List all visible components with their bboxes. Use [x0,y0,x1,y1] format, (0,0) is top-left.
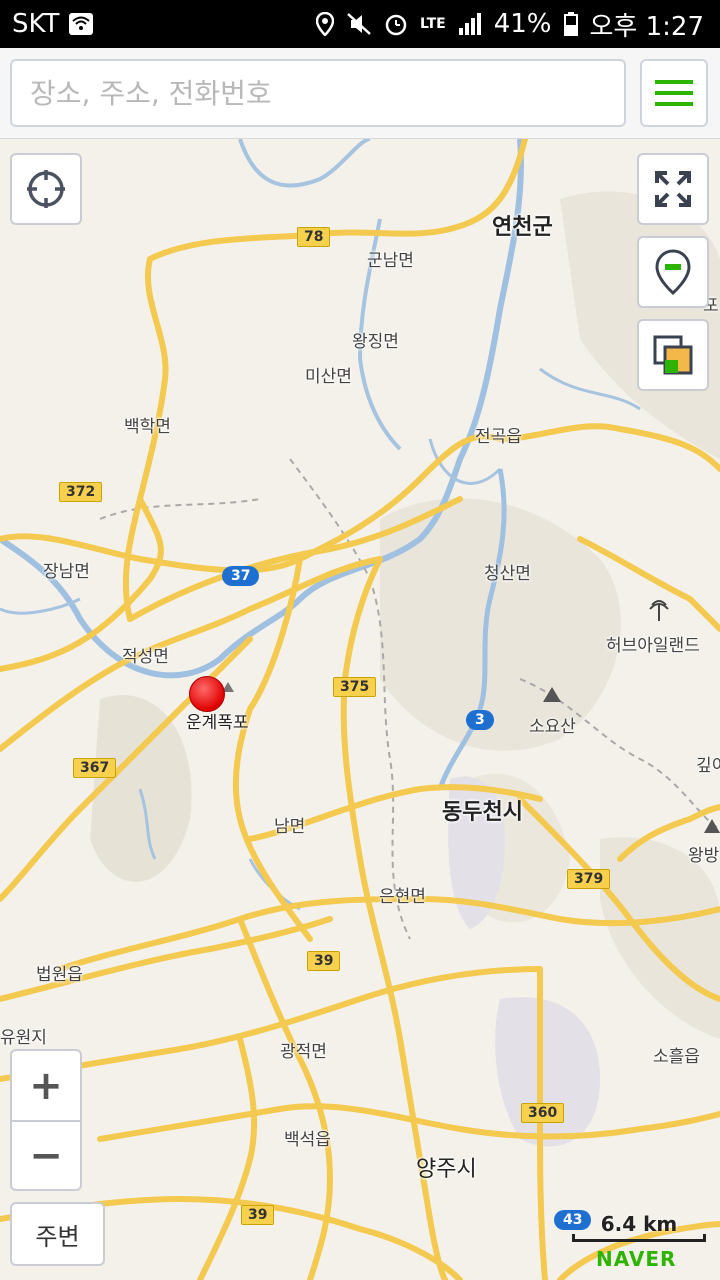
naver-logo: NAVER [596,1247,677,1271]
route-shield-39-lower: 39 [241,1205,275,1225]
hamburger-icon [655,80,693,106]
map-label-wangbang: 왕방 [688,846,720,866]
clock: 오후 1:27 [589,11,705,42]
mute-icon [346,12,372,36]
location-marker[interactable] [189,676,225,712]
map-label-yuwonji: 유원지 [0,1028,47,1048]
crosshair-icon [27,170,65,208]
layers-icon [653,335,693,375]
route-shield-372: 372 [59,482,103,502]
route-shield-375: 375 [333,677,377,697]
pin-icon [655,249,691,295]
zoom-in-button[interactable]: + [12,1051,80,1122]
route-shield-37: 37 [222,566,260,586]
zoom-out-button[interactable]: − [12,1121,80,1190]
current-location-button[interactable] [10,153,82,225]
map-layers-button[interactable] [637,319,709,391]
location-icon [315,12,334,36]
network-type-label: LTE [419,16,446,32]
map-label-jangnam: 장남면 [43,562,90,582]
route-shield-78: 78 [297,227,331,247]
route-shield-367: 367 [73,758,117,778]
route-shield-379: 379 [567,869,611,889]
map-label-soheul: 소흘읍 [653,1047,700,1067]
map-label-jeongok: 전곡읍 [475,427,522,447]
battery-icon [563,12,578,36]
map-label-ungyefalls: 운계폭포 [186,713,249,733]
map-pin-button[interactable] [637,236,709,308]
zoom-control: + − [10,1049,82,1191]
map-label-yangju: 양주시 [416,1157,477,1182]
map-label-gip: 깊이 [696,756,720,776]
map-label-misan: 미산면 [305,367,352,387]
map-label-baekhak: 백학면 [124,417,171,437]
fullscreen-button[interactable] [637,153,709,225]
signal-icon [458,12,482,36]
map-label-jeokseong: 적성면 [122,647,169,667]
scale-bar [572,1234,706,1242]
carrier-label: SKT [12,9,60,39]
map-label-beobwon: 법원읍 [36,965,83,985]
map-label-soyosan: 소요산 [529,717,576,737]
route-shield-39-upper: 39 [307,951,341,971]
nearby-button[interactable]: 주변 [10,1202,105,1266]
map-scale: 6.4 km [572,1212,706,1242]
expand-icon [655,171,691,207]
route-shield-3: 3 [466,710,494,730]
map-label-gunnam: 군남면 [367,251,414,271]
map-label-baekseok: 백석읍 [284,1130,331,1150]
map-view[interactable]: 연천군 군남면 왕징면 미산면 백학면 전곡읍 장남면 청산면 허브아일랜드 적… [0,139,720,1280]
map-label-eunhyeon: 은현면 [379,887,426,907]
map-label-gwangjeok: 광적면 [280,1042,327,1062]
wifi-icon [69,13,94,35]
alarm-icon [384,12,408,36]
search-bar [0,48,720,139]
map-label-yeoncheon: 연천군 [492,215,553,240]
route-shield-360: 360 [521,1103,565,1123]
palm-icon [649,600,669,621]
search-input[interactable] [10,59,626,127]
status-bar: SKT LTE 41% 오후 1:27 [0,0,720,48]
menu-button[interactable] [640,59,708,127]
scale-label: 6.4 km [600,1212,678,1236]
map-label-nam: 남면 [274,817,306,837]
map-label-dongducheon: 동두천시 [442,800,523,825]
map-canvas [0,139,720,1280]
map-label-herbisland: 허브아일랜드 [606,636,700,656]
map-label-wangjing: 왕징면 [352,332,399,352]
battery-percent: 41% [493,9,552,39]
map-label-cheongsan: 청산면 [484,564,531,584]
